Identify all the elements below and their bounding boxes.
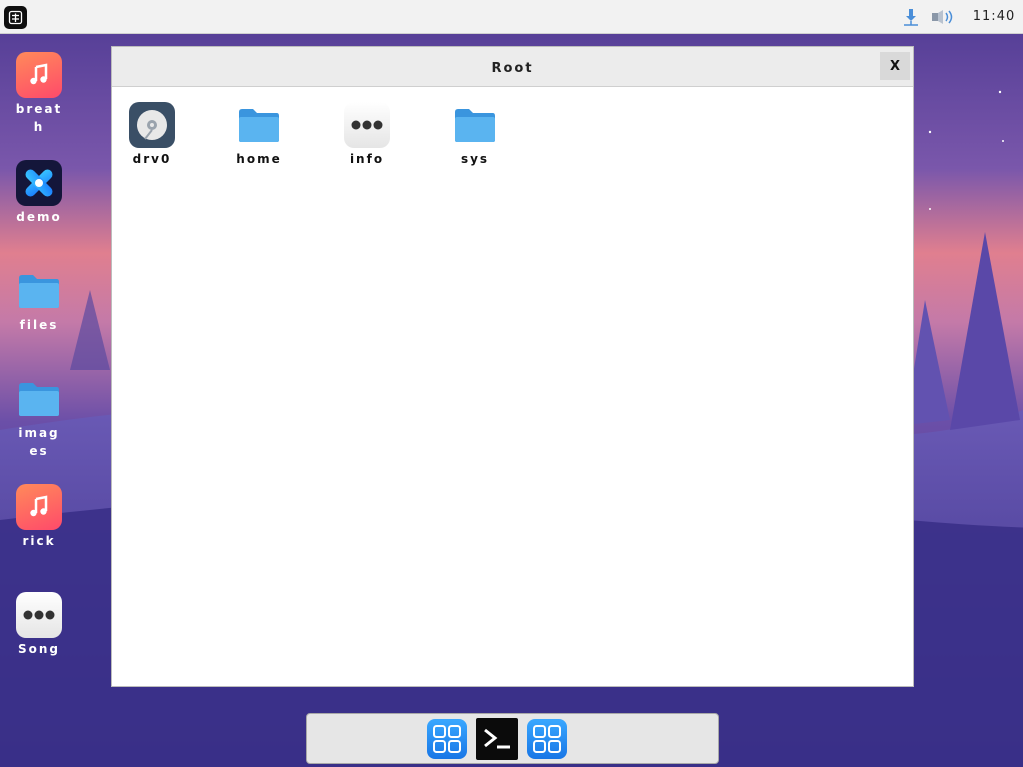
terminal-icon <box>484 728 510 749</box>
file-item-drv0[interactable]: drv0 <box>112 102 192 166</box>
dock-app-grid-button[interactable] <box>527 719 567 759</box>
folder-icon <box>236 102 282 148</box>
dock <box>306 713 719 764</box>
more-dots-icon <box>16 592 62 638</box>
file-item-sys[interactable]: sys <box>435 102 515 166</box>
dock-app-grid-button[interactable] <box>427 719 467 759</box>
file-browser-window: Root X drv0 home info sys <box>111 46 914 687</box>
app-grid-icon <box>433 725 461 753</box>
more-dots-icon <box>344 102 390 148</box>
file-item-info[interactable]: info <box>327 102 407 166</box>
window-titlebar[interactable]: Root X <box>112 47 913 87</box>
desktop-icon-rick[interactable]: rick <box>9 484 69 550</box>
music-app-icon <box>16 484 62 530</box>
desktop-icon-images[interactable]: images <box>9 376 69 460</box>
clock: 11:40 <box>972 9 1016 24</box>
folder-icon <box>16 376 62 422</box>
desktop-icon-label: demo <box>16 210 62 224</box>
file-item-home[interactable]: home <box>219 102 299 166</box>
file-item-label: home <box>236 152 282 166</box>
file-item-label: drv0 <box>132 152 172 166</box>
launcher-icon <box>8 10 23 25</box>
demo-app-icon <box>16 160 62 206</box>
file-item-label: sys <box>460 152 490 166</box>
desktop-icon-label: images <box>18 426 60 458</box>
network-icon[interactable] <box>902 8 920 28</box>
dock-terminal-button[interactable] <box>476 718 518 760</box>
folder-icon <box>452 102 498 148</box>
volume-icon[interactable] <box>931 9 957 25</box>
launcher-button[interactable] <box>4 6 27 29</box>
desktop-icon-label: files <box>19 318 59 332</box>
window-title: Root <box>491 61 534 76</box>
desktop-icon-breath[interactable]: breath <box>9 52 69 136</box>
folder-icon <box>16 268 62 314</box>
app-grid-icon <box>533 725 561 753</box>
desktop-icon-demo[interactable]: demo <box>9 160 69 226</box>
desktop-icon-files[interactable]: files <box>9 268 69 334</box>
desktop-icon-label: Song <box>17 642 61 656</box>
desktop-icon-label: breath <box>15 102 63 134</box>
desktop-icon-label: rick <box>22 534 56 548</box>
close-button[interactable]: X <box>880 52 910 80</box>
drive-icon <box>129 102 175 148</box>
file-item-label: info <box>349 152 385 166</box>
music-app-icon <box>16 52 62 98</box>
desktop-icon-song[interactable]: Song <box>9 592 69 658</box>
top-bar: 11:40 <box>0 0 1023 34</box>
